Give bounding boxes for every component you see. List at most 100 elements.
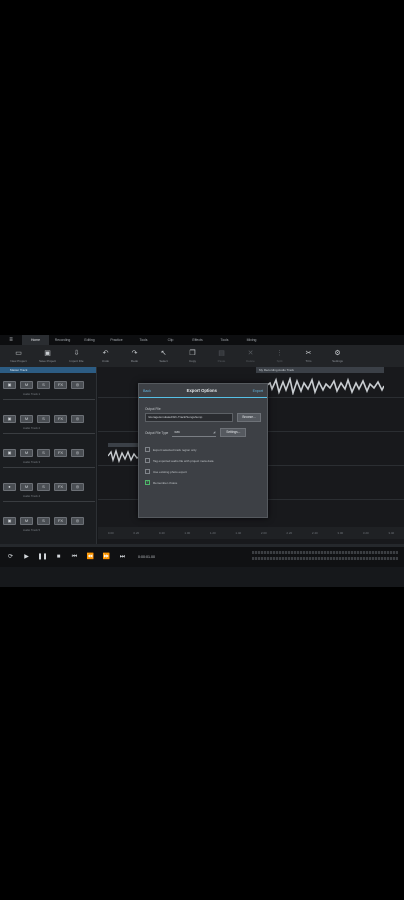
- undo-button[interactable]: ↶ Undo: [91, 346, 120, 366]
- mute-button[interactable]: ▣: [3, 517, 16, 525]
- save-project-button[interactable]: ▣ Save Project: [33, 346, 62, 366]
- fx-button[interactable]: FX: [54, 449, 67, 457]
- track-row[interactable]: ▣ M S FX ◎ Audio Track 5: [3, 509, 95, 539]
- output-path-field[interactable]: /storage/emulated/0/n-Track/Songs/temp: [145, 413, 233, 422]
- paste-button[interactable]: ▤ Paste: [207, 346, 236, 366]
- volume-button[interactable]: ◎: [71, 415, 84, 423]
- checkbox-checked[interactable]: ✓: [145, 480, 150, 485]
- solo-button[interactable]: M: [20, 483, 33, 491]
- new-project-button[interactable]: ▭ New Project: [4, 346, 33, 366]
- file-type-value: wav: [174, 430, 180, 434]
- ruler-tick: 3.00: [337, 531, 344, 535]
- ruler-tick: 1.40: [235, 531, 242, 535]
- solo-button[interactable]: M: [20, 449, 33, 457]
- fx-button[interactable]: FX: [54, 381, 67, 389]
- loop-icon[interactable]: ⟳: [4, 551, 17, 564]
- track-row[interactable]: ▣ M S FX ◎ Audio Track 1: [3, 373, 95, 403]
- tab-tools[interactable]: Tools: [130, 335, 157, 345]
- time-display: 0:00:01.00: [138, 555, 155, 559]
- fast-forward-icon[interactable]: ⏩: [100, 551, 113, 564]
- track-row[interactable]: ● M S FX ◎ Audio Track 4: [3, 475, 95, 505]
- select-button[interactable]: ↖ Select: [149, 346, 178, 366]
- fx-button[interactable]: FX: [54, 483, 67, 491]
- solo-button[interactable]: M: [20, 381, 33, 389]
- tab-effects[interactable]: Effects: [184, 335, 211, 345]
- option-remember-choice[interactable]: ✓ Remember choice: [145, 480, 261, 485]
- audio-waveform[interactable]: [108, 443, 140, 465]
- split-icon: ⋮: [276, 350, 283, 357]
- volume-button[interactable]: ◎: [71, 381, 84, 389]
- tab-editing[interactable]: Editing: [76, 335, 103, 345]
- export-button[interactable]: Export: [253, 389, 263, 393]
- toolbar: ▭ New Project ▣ Save Project ⇩ Import File …: [0, 345, 404, 367]
- track-row[interactable]: ▣ M S FX ◎ Audio Track 3: [3, 441, 95, 471]
- track-row[interactable]: ▣ M S FX ◎ Audio Track 2: [3, 407, 95, 437]
- option-selected-region[interactable]: Export selected track region only: [145, 447, 261, 452]
- fx-button[interactable]: FX: [54, 517, 67, 525]
- settings-button[interactable]: Settings...: [220, 428, 247, 437]
- delete-button[interactable]: ✕ Delete: [236, 346, 265, 366]
- volume-button[interactable]: ◎: [71, 483, 84, 491]
- dialog-header: Back Export Options Export: [139, 384, 267, 398]
- option-tag-metadata[interactable]: Tag exported audio file with project met…: [145, 458, 261, 463]
- ruler-tick: 0.20: [133, 531, 140, 535]
- pause-icon[interactable]: ❚❚: [36, 551, 49, 564]
- dialog-body: Output File /storage/emulated/0/n-Track/…: [139, 398, 267, 490]
- back-button[interactable]: Back: [143, 389, 151, 393]
- volume-slider[interactable]: [3, 399, 95, 400]
- tab-recording[interactable]: Recording: [49, 335, 76, 345]
- ruler-tick: 2.20: [286, 531, 293, 535]
- volume-button[interactable]: ◎: [71, 449, 84, 457]
- arm-button[interactable]: S: [37, 483, 50, 491]
- tab-home[interactable]: Home: [22, 335, 49, 345]
- mute-button[interactable]: ▣: [3, 415, 16, 423]
- audio-waveform[interactable]: [266, 377, 384, 395]
- import-file-button[interactable]: ⇩ Import File: [62, 346, 91, 366]
- checkbox[interactable]: [145, 447, 150, 452]
- arm-button[interactable]: S: [37, 381, 50, 389]
- volume-slider[interactable]: [3, 467, 95, 468]
- checkbox[interactable]: [145, 458, 150, 463]
- file-plus-icon: ▭: [15, 350, 22, 357]
- checkbox[interactable]: [145, 469, 150, 474]
- redo-button[interactable]: ↷ Redo: [120, 346, 149, 366]
- ruler-tick: 0.00: [107, 531, 114, 535]
- volume-slider[interactable]: [3, 501, 95, 502]
- record-button[interactable]: ●: [3, 483, 16, 491]
- track-list: Master Track ▣ M S FX ◎ Audio Track 1 ▣ M S FX ◎…: [0, 367, 97, 547]
- fx-button[interactable]: FX: [54, 415, 67, 423]
- tab-clip[interactable]: Clip: [157, 335, 184, 345]
- track-name: Audio Track 3: [23, 460, 41, 464]
- mute-button[interactable]: ▣: [3, 381, 16, 389]
- arm-button[interactable]: S: [37, 517, 50, 525]
- mute-button[interactable]: ▣: [3, 449, 16, 457]
- arm-button[interactable]: S: [37, 415, 50, 423]
- volume-slider[interactable]: [3, 433, 95, 434]
- file-type-select[interactable]: wav ◢: [172, 428, 217, 437]
- split-button[interactable]: ⋮ Split: [265, 346, 294, 366]
- trim-button[interactable]: ✂ Trim: [294, 346, 323, 366]
- app-menu-icon[interactable]: ≡: [0, 335, 22, 345]
- solo-button[interactable]: M: [20, 415, 33, 423]
- stop-icon[interactable]: ■: [52, 551, 65, 564]
- copy-button[interactable]: ❐ Copy: [178, 346, 207, 366]
- settings-button[interactable]: ⚙ Settings: [323, 346, 352, 366]
- skip-end-icon[interactable]: ⏭: [116, 551, 129, 564]
- output-file-label: Output File: [145, 407, 161, 411]
- tab-practice[interactable]: Practice: [103, 335, 130, 345]
- tab-mixing[interactable]: Mixing: [238, 335, 265, 345]
- tab-tools-2[interactable]: Tools: [211, 335, 238, 345]
- rewind-icon[interactable]: ⏪: [84, 551, 97, 564]
- skip-start-icon[interactable]: ⏮: [68, 551, 81, 564]
- browse-button[interactable]: Browse...: [237, 413, 261, 422]
- play-icon[interactable]: ▶: [20, 551, 33, 564]
- arm-button[interactable]: S: [37, 449, 50, 457]
- option-existing-export[interactable]: Use existing photo export: [145, 469, 261, 474]
- volume-button[interactable]: ◎: [71, 517, 84, 525]
- track-name: Audio Track 4: [23, 494, 41, 498]
- solo-button[interactable]: M: [20, 517, 33, 525]
- clip-title[interactable]: My Recording Audio Track: [256, 367, 384, 373]
- ruler-tick: 3.20: [362, 531, 369, 535]
- menu-bar: ≡ Home Recording Editing Practice Tools …: [0, 335, 404, 345]
- time-ruler[interactable]: 0.00 0.20 0.40 1.00 1.20 1.40 2.00 2.20 …: [98, 527, 404, 539]
